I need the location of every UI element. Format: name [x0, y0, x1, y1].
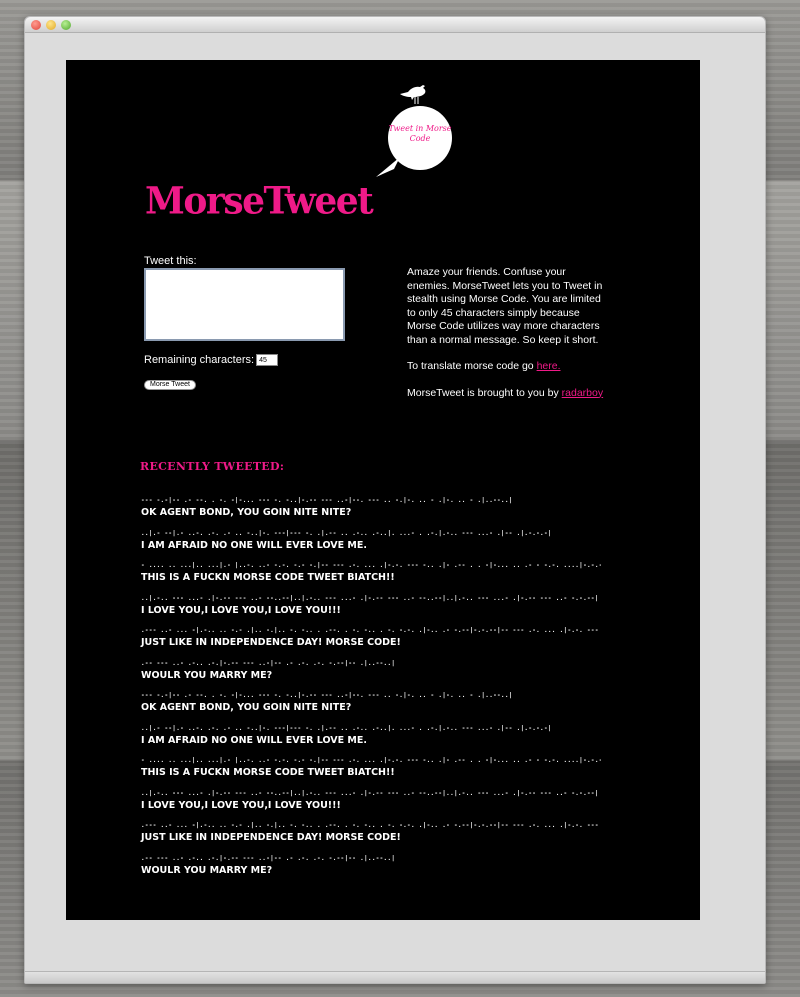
tweet-morse: .--- ..- ... -|.-.. .. -.- .|.. -.|.. -.… [141, 627, 601, 634]
credit-prefix: MorseTweet is brought to you by [407, 386, 562, 399]
tweet-text: I LOVE YOU,I LOVE YOU,I LOVE YOU!!! [141, 799, 341, 811]
list-item: .--- ..- ... -|.-.. .. -.- .|.. -.|.. -.… [141, 626, 601, 659]
list-item: ..|.- --|.- ..-. .-. .- .. -..|-. ---|--… [141, 724, 601, 757]
tweet-label: Tweet this: [144, 255, 197, 267]
tweet-morse: ..|.-.. --- ...- .|-.-- --- ..- --..--|.… [141, 594, 599, 602]
tweet-morse: - .... .. ...|.. ...|.- |..-. ..- -.-. -… [141, 562, 601, 569]
zoom-window-icon[interactable] [61, 20, 71, 30]
translate-link[interactable]: here. [537, 360, 561, 372]
tweet-morse: ..|.- --|.- ..-. .-. .- .. -..|-. ---|--… [141, 724, 552, 732]
tweet-text: JUST LIKE IN INDEPENDENCE DAY! MORSE COD… [141, 832, 401, 843]
recently-tweeted-heading: RECENTLY TWEETED: [140, 460, 285, 473]
remaining-characters-label: Remaining characters: [144, 354, 255, 366]
list-item: .-- --- ..- .-.. .-.|-.-- --- ..-|-- .- … [141, 659, 601, 692]
remaining-characters-value: 45 [256, 354, 279, 367]
tweet-morse: --- -.-|-- .- --. . -. -|-... --- -. -..… [141, 497, 513, 504]
tweet-morse: ..|.-.. --- ...- .|-.-- --- ..- --..--|.… [141, 789, 599, 797]
list-item: ..|.- --|.- ..-. .-. .- .. -..|-. ---|--… [141, 529, 601, 562]
tweet-morse: .-- --- ..- .-.. .-.|-.-- --- ..-|-- .- … [141, 854, 396, 862]
close-window-icon[interactable] [31, 20, 41, 30]
translate-line: To translate morse code go here. [407, 360, 607, 374]
browser-statusbar [25, 971, 765, 983]
tweet-text: I AM AFRAID NO ONE WILL EVER LOVE ME. [141, 734, 367, 746]
list-item: --- -.-|-- .- --. . -. -|-... --- -. -..… [141, 496, 601, 529]
speech-bubble-text: Tweet in Morse Code [388, 124, 452, 143]
tweet-text: WOULR YOU MARRY ME? [141, 669, 273, 681]
credit-link[interactable]: radarboy [562, 387, 603, 399]
morse-tweet-button[interactable]: Morse Tweet [144, 380, 196, 390]
list-item: .-- --- ..- .-.. .-.|-.-- --- ..-|-- .- … [141, 854, 601, 887]
tweet-morse: .-- --- ..- .-.. .-.|-.-- --- ..-|-- .- … [141, 659, 396, 667]
translate-prefix: To translate morse code go [407, 360, 537, 372]
list-item: - .... .. ...|.. ...|.- |..-. ..- -.-. -… [141, 756, 601, 789]
description-intro: Amaze your friends. Confuse your enemies… [407, 266, 603, 346]
description: Amaze your friends. Confuse your enemies… [407, 266, 607, 413]
tweet-text: THIS IS A FUCKN MORSE CODE TWEET BIATCH!… [141, 767, 395, 778]
credit-line: MorseTweet is brought to you by radarboy [407, 387, 607, 401]
tweet-morse: ..|.- --|.- ..-. .-. .- .. -..|-. ---|--… [141, 529, 552, 537]
list-item: --- -.-|-- .- --. . -. -|-... --- -. -..… [141, 691, 601, 724]
bird-icon [400, 85, 426, 104]
remaining-characters: Remaining characters: 45 [144, 354, 279, 367]
tweet-text: OK AGENT BOND, YOU GOIN NITE NITE? [141, 507, 352, 518]
browser-titlebar [25, 17, 765, 33]
tweet-text: I AM AFRAID NO ONE WILL EVER LOVE ME. [141, 539, 367, 551]
tweet-morse: --- -.-|-- .- --. . -. -|-... --- -. -..… [141, 692, 513, 699]
page-content: Tweet in Morse Code MorseTweet Tweet thi… [66, 60, 700, 920]
tweet-text: I LOVE YOU,I LOVE YOU,I LOVE YOU!!! [141, 604, 341, 616]
tweet-text: THIS IS A FUCKN MORSE CODE TWEET BIATCH!… [141, 572, 395, 583]
tweet-feed: --- -.-|-- .- --. . -. -|-... --- -. -..… [141, 496, 601, 886]
tweet-text: JUST LIKE IN INDEPENDENCE DAY! MORSE COD… [141, 637, 401, 648]
minimize-window-icon[interactable] [46, 20, 56, 30]
tweet-text: OK AGENT BOND, YOU GOIN NITE NITE? [141, 702, 352, 713]
list-item: ..|.-.. --- ...- .|-.-- --- ..- --..--|.… [141, 789, 601, 822]
list-item: .--- ..- ... -|.-.. .. -.- .|.. -.|.. -.… [141, 821, 601, 854]
site-logo[interactable]: MorseTweet [145, 179, 374, 223]
tweet-morse: - .... .. ...|.. ...|.- |..-. ..- -.-. -… [141, 757, 601, 764]
list-item: - .... .. ...|.. ...|.- |..-. ..- -.-. -… [141, 561, 601, 594]
list-item: ..|.-.. --- ...- .|-.-- --- ..- --..--|.… [141, 594, 601, 627]
tweet-input[interactable] [144, 268, 345, 341]
tweet-text: WOULR YOU MARRY ME? [141, 864, 273, 876]
tweet-morse: .--- ..- ... -|.-.. .. -.- .|.. -.|.. -.… [141, 822, 601, 829]
